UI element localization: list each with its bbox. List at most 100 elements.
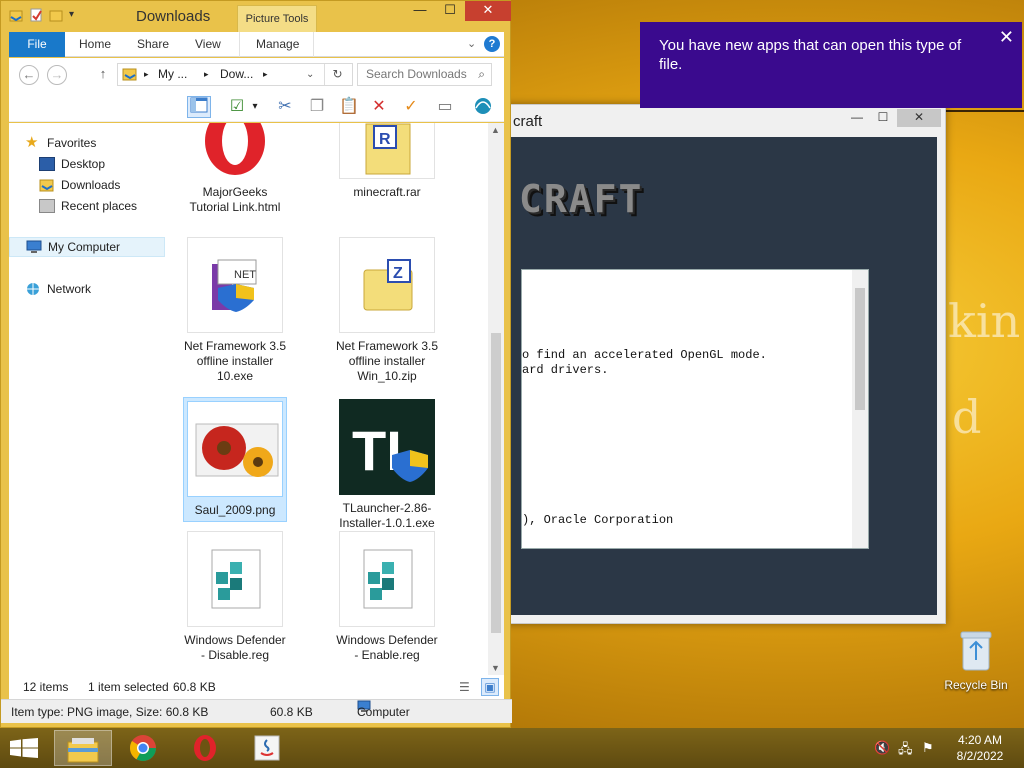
tab-share[interactable]: Share [137,32,169,57]
action-center-icon[interactable]: ⚑ [922,740,934,756]
tab-home[interactable]: Home [79,32,111,57]
minecraft-minimize-button[interactable]: — [843,109,871,127]
file-item[interactable]: Windows Defender - Enable.reg [335,531,439,663]
help-icon[interactable]: ? [484,36,500,52]
cut-icon[interactable]: ✂ [273,96,297,118]
minimize-button[interactable]: — [405,1,435,21]
taskbar-java[interactable] [238,730,296,766]
file-item[interactable]: Windows Defender - Disable.reg [183,531,287,663]
up-button[interactable]: ↑ [93,65,113,85]
svg-text:NET: NET [234,269,256,281]
minecraft-content: CRAFT o find an accelerated OpenGL mode.… [511,137,937,615]
minecraft-log-panel[interactable]: o find an accelerated OpenGL mode. ard d… [521,269,869,549]
log-scrollbar[interactable] [852,270,868,548]
paste-icon[interactable]: 📋 [337,96,361,118]
nav-my-computer[interactable]: My Computer [9,237,165,257]
tab-file[interactable]: File [9,32,65,57]
volume-muted-icon[interactable]: 🔇 [874,740,890,756]
toast-close-icon[interactable]: ✕ [999,28,1014,47]
file-name: MajorGeeks Tutorial Link.html [189,185,281,214]
check-folder-icon[interactable]: ☑ [225,96,249,118]
explorer-window[interactable]: ▾ Downloads Picture Tools — ☐ ✕ File Hom… [0,0,512,728]
minecraft-window-title: craft [513,113,543,130]
file-item[interactable]: TL TLauncher-2.86-Installer-1.0.1.exe [335,399,439,531]
tab-manage[interactable]: Manage [239,32,315,57]
maximize-button[interactable]: ☐ [435,1,465,21]
address-dropdown-icon[interactable]: ⌄ [306,64,314,85]
scroll-down-arrow[interactable]: ▼ [491,663,500,673]
selection-size: 60.8 KB [173,680,216,694]
refresh-icon[interactable]: ↻ [324,64,350,85]
nav-network[interactable]: Network [25,279,91,299]
address-sep-1[interactable]: ▸ [144,64,149,85]
minecraft-maximize-button[interactable]: ☐ [869,109,897,127]
star-icon: ★ [25,134,39,151]
shell-icon[interactable] [471,96,495,118]
nav-downloads[interactable]: Downloads [39,175,120,195]
notification-toast[interactable]: You have new apps that can open this typ… [640,22,1022,108]
recycle-bin-label: Recycle Bin [944,678,1008,692]
new-folder-icon[interactable] [49,8,63,22]
folder-icon[interactable] [9,8,23,22]
desktop-bg-text-1: kin [948,294,1021,348]
computer-location: Computer [357,700,410,719]
search-placeholder: Search Downloads [366,67,467,81]
chevron-down-icon[interactable]: ▾ [69,8,83,22]
file-list-scroll-thumb[interactable] [491,333,501,633]
ribbon-expand-icon[interactable]: ⌄ [467,37,476,50]
minecraft-close-button[interactable]: ✕ [897,109,941,127]
tab-view[interactable]: View [195,32,221,57]
taskbar-clock[interactable]: 4:20 AM 8/2/2022 [950,732,1010,764]
delete-icon[interactable]: ✕ [367,96,391,118]
log-line-3: ), Oracle Corporation [522,513,674,527]
taskbar-chrome[interactable] [114,730,172,766]
toast-message: You have new apps that can open this typ… [659,37,962,73]
taskbar-file-explorer[interactable] [54,730,112,766]
svg-text:Z: Z [393,265,403,282]
window-title: Downloads [136,8,211,25]
archive-zip-icon: Z [339,237,435,333]
search-icon[interactable]: ⌕ [478,64,485,85]
back-button[interactable]: ← [19,65,39,85]
explorer-titlebar[interactable]: ▾ Downloads Picture Tools — ☐ ✕ [1,1,511,32]
address-part-downloads[interactable]: Dow... [220,64,253,85]
search-input[interactable]: Search Downloads ⌕ [357,63,492,86]
address-folder-icon [122,67,138,88]
copy-icon[interactable]: ❐ [305,96,329,118]
address-sep-2[interactable]: ▸ [204,64,209,85]
properties-icon[interactable]: ▭ [433,96,457,118]
windows-start-icon[interactable] [10,738,38,758]
nav-favorites-label: Favorites [47,136,97,150]
log-scroll-thumb[interactable] [855,288,865,410]
chevron-down-icon[interactable]: ▾ [249,96,261,118]
registry-file-icon [339,531,435,627]
details-view-icon[interactable]: ☰ [459,675,470,699]
properties-icon[interactable] [29,8,43,22]
navigation-pane-icon[interactable] [187,96,211,118]
file-item[interactable]: Z Net Framework 3.5 offline installer Wi… [335,237,439,384]
file-item-selected[interactable]: Saul_2009.png [183,397,287,522]
file-item[interactable]: R minecraft.rar [335,123,439,200]
network-tray-icon[interactable]: 🖧 [898,740,913,762]
recent-places-icon [39,199,55,213]
minecraft-launcher-window[interactable]: craft — ☐ ✕ CRAFT o find an accelerated … [500,104,946,624]
nav-favorites[interactable]: ★ Favorites [25,133,96,153]
desktop-shadow [944,110,1024,112]
forward-button[interactable]: → [47,65,67,85]
scroll-up-arrow[interactable]: ▲ [491,125,500,135]
address-sep-3[interactable]: ▸ [263,64,268,85]
taskbar-opera[interactable] [176,730,234,766]
address-part-computer[interactable]: My ... [158,64,187,85]
address-bar[interactable]: ▸ My ... ▸ Dow... ▸ ⌄ ↻ [117,63,353,86]
rename-icon[interactable]: ✓ [399,96,423,118]
recycle-bin[interactable]: Recycle Bin [940,628,1012,692]
file-list-scrollbar[interactable]: ▲ ▼ [488,123,504,675]
nav-computer-label: My Computer [48,240,121,254]
nav-desktop[interactable]: Desktop [39,154,105,174]
opera-icon [194,735,216,761]
large-icons-view-icon[interactable]: ▣ [481,678,499,696]
file-item[interactable]: MajorGeeks Tutorial Link.html [183,123,287,215]
file-item[interactable]: NET Net Framework 3.5 offline installer … [183,237,287,384]
close-button[interactable]: ✕ [465,1,511,21]
nav-recent-places[interactable]: Recent places [39,196,137,216]
